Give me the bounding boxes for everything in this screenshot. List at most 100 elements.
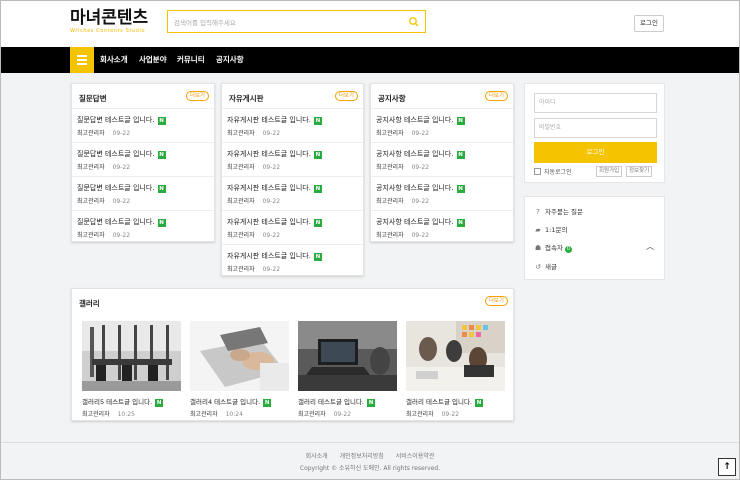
sidebar-item-new-posts[interactable]: ↺ 새글 — [534, 261, 557, 271]
search-box[interactable]: 검색어를 입력해주세요 — [167, 10, 426, 33]
post-title[interactable]: 질문답변 테스트글 입니다. N — [77, 183, 166, 193]
scroll-top-button[interactable]: ↑ — [718, 458, 736, 476]
post-meta: 최고관리자 09-22 — [227, 130, 281, 137]
gallery-thumbnail[interactable] — [82, 321, 181, 391]
new-badge: N — [313, 151, 322, 159]
gallery-item-meta: 최고관리자 10:25 — [82, 411, 135, 418]
nav-item-company[interactable]: 회사소개 — [100, 47, 128, 73]
list-item[interactable]: 질문답변 테스트글 입니다. N 최고관리자 09-22 — [72, 109, 214, 143]
footer-divider — [0, 442, 740, 443]
nav-item-business[interactable]: 사업분야 — [139, 47, 167, 73]
footer-link-company[interactable]: 회사소개 — [306, 453, 328, 460]
post-title[interactable]: 질문답변 테스트글 입니다. N — [77, 217, 166, 227]
find-info-button[interactable]: 정보찾기 — [626, 166, 653, 177]
post-meta: 최고관리자 09-22 — [227, 164, 281, 171]
more-button[interactable]: 더보기 — [484, 296, 508, 306]
list-item[interactable]: 공지사항 테스트글 입니다. N 최고관리자 09-22 — [371, 211, 513, 245]
gallery-thumbnail[interactable] — [190, 321, 289, 391]
main-nav: 회사소개 사업분야 커뮤니티 공지사항 — [0, 47, 740, 73]
post-meta: 최고관리자 09-22 — [376, 164, 430, 171]
gallery-item-title[interactable]: 갤러리 테스트글 입니다. N — [406, 396, 483, 407]
footer-links: 회사소개 개인정보처리방침 서비스이용약관 — [0, 451, 740, 460]
list-item[interactable]: 공지사항 테스트글 입니다. N 최고관리자 09-22 — [371, 109, 513, 143]
header-login-button[interactable]: 로그인 — [634, 15, 664, 32]
board-title: 공지사항 — [378, 94, 406, 103]
list-item[interactable]: 질문답변 테스트글 입니다. N 최고관리자 09-22 — [72, 177, 214, 211]
post-meta: 최고관리자 09-22 — [77, 232, 131, 239]
new-badge: N — [263, 399, 272, 407]
hamburger-menu-icon[interactable] — [70, 47, 94, 73]
list-item[interactable]: 질문답변 테스트글 입니다. N 최고관리자 09-22 — [72, 211, 214, 245]
sidebar-login-box: 아이디 비밀번호 로그인 자동로그인 회원가입 정보찾기 — [524, 83, 665, 183]
list-item[interactable]: 질문답변 테스트글 입니다. N 최고관리자 09-22 — [72, 143, 214, 177]
list-item[interactable]: 자유게시판 테스트글 입니다. N 최고관리자 09-22 — [222, 143, 363, 177]
footer-link-terms[interactable]: 서비스이용약관 — [396, 453, 435, 460]
gallery-title: 갤러리 — [79, 299, 100, 308]
checkbox-icon[interactable] — [534, 168, 541, 175]
new-badge: N — [313, 185, 322, 193]
new-badge: N — [157, 117, 166, 125]
list-item[interactable]: 공지사항 테스트글 입니다. N 최고관리자 09-22 — [371, 177, 513, 211]
list-item[interactable]: 자유게시판 테스트글 입니다. N 최고관리자 09-22 — [222, 245, 363, 279]
chat-bubbles-icon: ▰ — [535, 226, 541, 234]
new-badge: N — [456, 151, 465, 159]
logo-text: 마녀콘텐츠 — [70, 8, 149, 28]
sidebar-item-inquiry[interactable]: ▰ 1:1문의 — [534, 224, 567, 234]
gallery-item-title[interactable]: 갤러리 테스트글 입니다. N — [298, 396, 375, 407]
post-title[interactable]: 공지사항 테스트글 입니다. N — [376, 115, 465, 125]
post-meta: 최고관리자 09-22 — [376, 130, 430, 137]
new-badge: N — [157, 185, 166, 193]
post-title[interactable]: 자유게시판 테스트글 입니다. N — [227, 251, 322, 261]
post-title[interactable]: 공지사항 테스트글 입니다. N — [376, 217, 465, 227]
post-title[interactable]: 질문답변 테스트글 입니다. N — [77, 149, 166, 159]
post-meta: 최고관리자 09-22 — [227, 232, 281, 239]
list-item[interactable]: 공지사항 테스트글 입니다. N 최고관리자 09-22 — [371, 143, 513, 177]
list-item[interactable]: 자유게시판 테스트글 입니다. N 최고관리자 09-22 — [222, 177, 363, 211]
post-meta: 최고관리자 09-22 — [227, 198, 281, 205]
board-notice: 공지사항 더보기 공지사항 테스트글 입니다. N 최고관리자 09-22 공지사항… — [370, 83, 514, 242]
gallery-item-meta: 최고관리자 09-22 — [298, 411, 352, 418]
post-meta: 최고관리자 09-22 — [376, 198, 430, 205]
post-meta: 최고관리자 09-22 — [376, 232, 430, 239]
more-button[interactable]: 더보기 — [334, 91, 358, 101]
more-button[interactable]: 더보기 — [484, 91, 508, 101]
post-title[interactable]: 공지사항 테스트글 입니다. N — [376, 183, 465, 193]
gallery-item-meta: 최고관리자 09-22 — [406, 411, 460, 418]
board-title: 자유게시판 — [229, 94, 264, 103]
footer-link-privacy[interactable]: 개인정보처리방침 — [340, 453, 384, 460]
board-title: 질문답변 — [79, 94, 107, 103]
auto-login-checkbox[interactable]: 자동로그인 — [534, 167, 572, 176]
post-title[interactable]: 자유게시판 테스트글 입니다. N — [227, 183, 322, 193]
chevron-up-icon[interactable]: ︿ — [646, 241, 654, 252]
login-submit-button[interactable]: 로그인 — [534, 142, 657, 163]
post-title[interactable]: 자유게시판 테스트글 입니다. N — [227, 115, 322, 125]
gallery-item-title[interactable]: 갤러리5 테스트글 입니다. N — [82, 396, 164, 407]
id-field[interactable]: 아이디 — [534, 93, 657, 113]
nav-item-community[interactable]: 커뮤니티 — [177, 47, 205, 73]
search-input[interactable]: 검색어를 입력해주세요 — [174, 17, 236, 27]
post-title[interactable]: 자유게시판 테스트글 입니다. N — [227, 149, 322, 159]
list-item[interactable]: 자유게시판 테스트글 입니다. N 최고관리자 09-22 — [222, 109, 363, 143]
post-title[interactable]: 질문답변 테스트글 입니다. N — [77, 115, 166, 125]
signup-button[interactable]: 회원가입 — [596, 166, 623, 177]
more-button[interactable]: 더보기 — [185, 91, 209, 101]
sidebar-item-visitors[interactable]: ☗ 접속자 0 — [534, 242, 572, 253]
post-meta: 최고관리자 09-22 — [77, 164, 131, 171]
password-field[interactable]: 비밀번호 — [534, 118, 657, 138]
nav-item-notice[interactable]: 공지사항 — [216, 47, 244, 73]
list-item[interactable]: 자유게시판 테스트글 입니다. N 최고관리자 09-22 — [222, 211, 363, 245]
sidebar-item-faq[interactable]: ? 자주묻는 질문 — [534, 206, 583, 216]
post-title[interactable]: 자유게시판 테스트글 입니다. N — [227, 217, 322, 227]
question-circle-icon: ? — [536, 208, 540, 216]
gallery-section: 갤러리 더보기 갤러리5 테스트글 입니다. N 최고관리자 10:25 갤러리… — [71, 288, 514, 421]
new-badge: N — [157, 219, 166, 227]
gallery-thumbnail[interactable] — [298, 321, 397, 391]
post-title[interactable]: 공지사항 테스트글 입니다. N — [376, 149, 465, 159]
sidebar-menu: ? 자주묻는 질문 ▰ 1:1문의 ☗ 접속자 0 ︿ ↺ 새글 — [524, 196, 665, 280]
gallery-thumbnail[interactable] — [406, 321, 505, 391]
gallery-item-title[interactable]: 갤러리4 테스트글 입니다. N — [190, 396, 272, 407]
new-badge: N — [456, 185, 465, 193]
site-header: 마녀콘텐츠 Witches Contents Studio 검색어를 입력해주세… — [0, 0, 740, 47]
search-icon[interactable] — [408, 16, 420, 28]
site-logo[interactable]: 마녀콘텐츠 Witches Contents Studio — [70, 8, 149, 35]
